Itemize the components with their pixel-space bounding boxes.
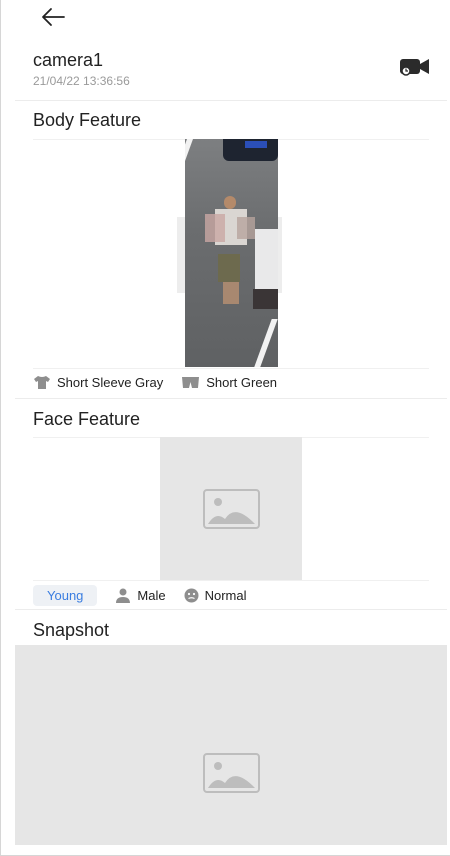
divider (15, 398, 447, 399)
snapshot-title: Snapshot (33, 620, 110, 640)
camera-name: camera1 (33, 50, 104, 70)
image-placeholder-icon (203, 753, 260, 793)
gender-attribute: Male (115, 588, 166, 603)
body-attribute-top: Short Sleeve Gray (33, 375, 163, 390)
t-shirt-icon (34, 376, 50, 389)
car-shape (253, 289, 278, 309)
shorts-icon (182, 377, 200, 388)
age-chip: Young (33, 585, 98, 606)
expression-label: Normal (204, 588, 247, 603)
body-attribute-label: Short Green (206, 375, 278, 390)
capture-timestamp: 21/04/22 13:36:56 (33, 74, 130, 88)
divider (33, 580, 429, 581)
image-shadow (177, 217, 185, 293)
divider (15, 100, 447, 101)
person-legs (223, 282, 239, 304)
gender-label: Male (137, 588, 166, 603)
snapshot-image-placeholder[interactable] (15, 645, 447, 845)
road-marking (254, 319, 278, 367)
person-icon (116, 588, 131, 603)
face-image-placeholder[interactable] (160, 437, 302, 580)
expression-attribute: Normal (184, 588, 247, 603)
back-arrow-icon[interactable] (40, 6, 66, 28)
body-capture-image[interactable] (185, 139, 278, 367)
image-placeholder-icon (203, 489, 260, 529)
person-shorts (218, 254, 240, 282)
divider (15, 609, 447, 610)
image-shadow (278, 217, 282, 293)
blurred-region (237, 217, 255, 239)
face-attributes: Young Male Normal (33, 585, 265, 606)
blurred-region (255, 229, 278, 289)
body-attribute-bottom: Short Green (181, 375, 277, 390)
video-camera-icon[interactable] (398, 56, 432, 78)
blurred-region (205, 214, 225, 242)
body-attributes: Short Sleeve Gray Short Green (33, 375, 295, 390)
face-icon (184, 588, 199, 603)
body-attribute-label: Short Sleeve Gray (57, 375, 164, 390)
license-plate-shape (245, 141, 267, 148)
face-feature-title: Face Feature (33, 409, 141, 429)
divider (33, 368, 429, 369)
road-marking (185, 139, 193, 209)
person-head (224, 196, 236, 209)
body-feature-title: Body Feature (33, 110, 142, 130)
